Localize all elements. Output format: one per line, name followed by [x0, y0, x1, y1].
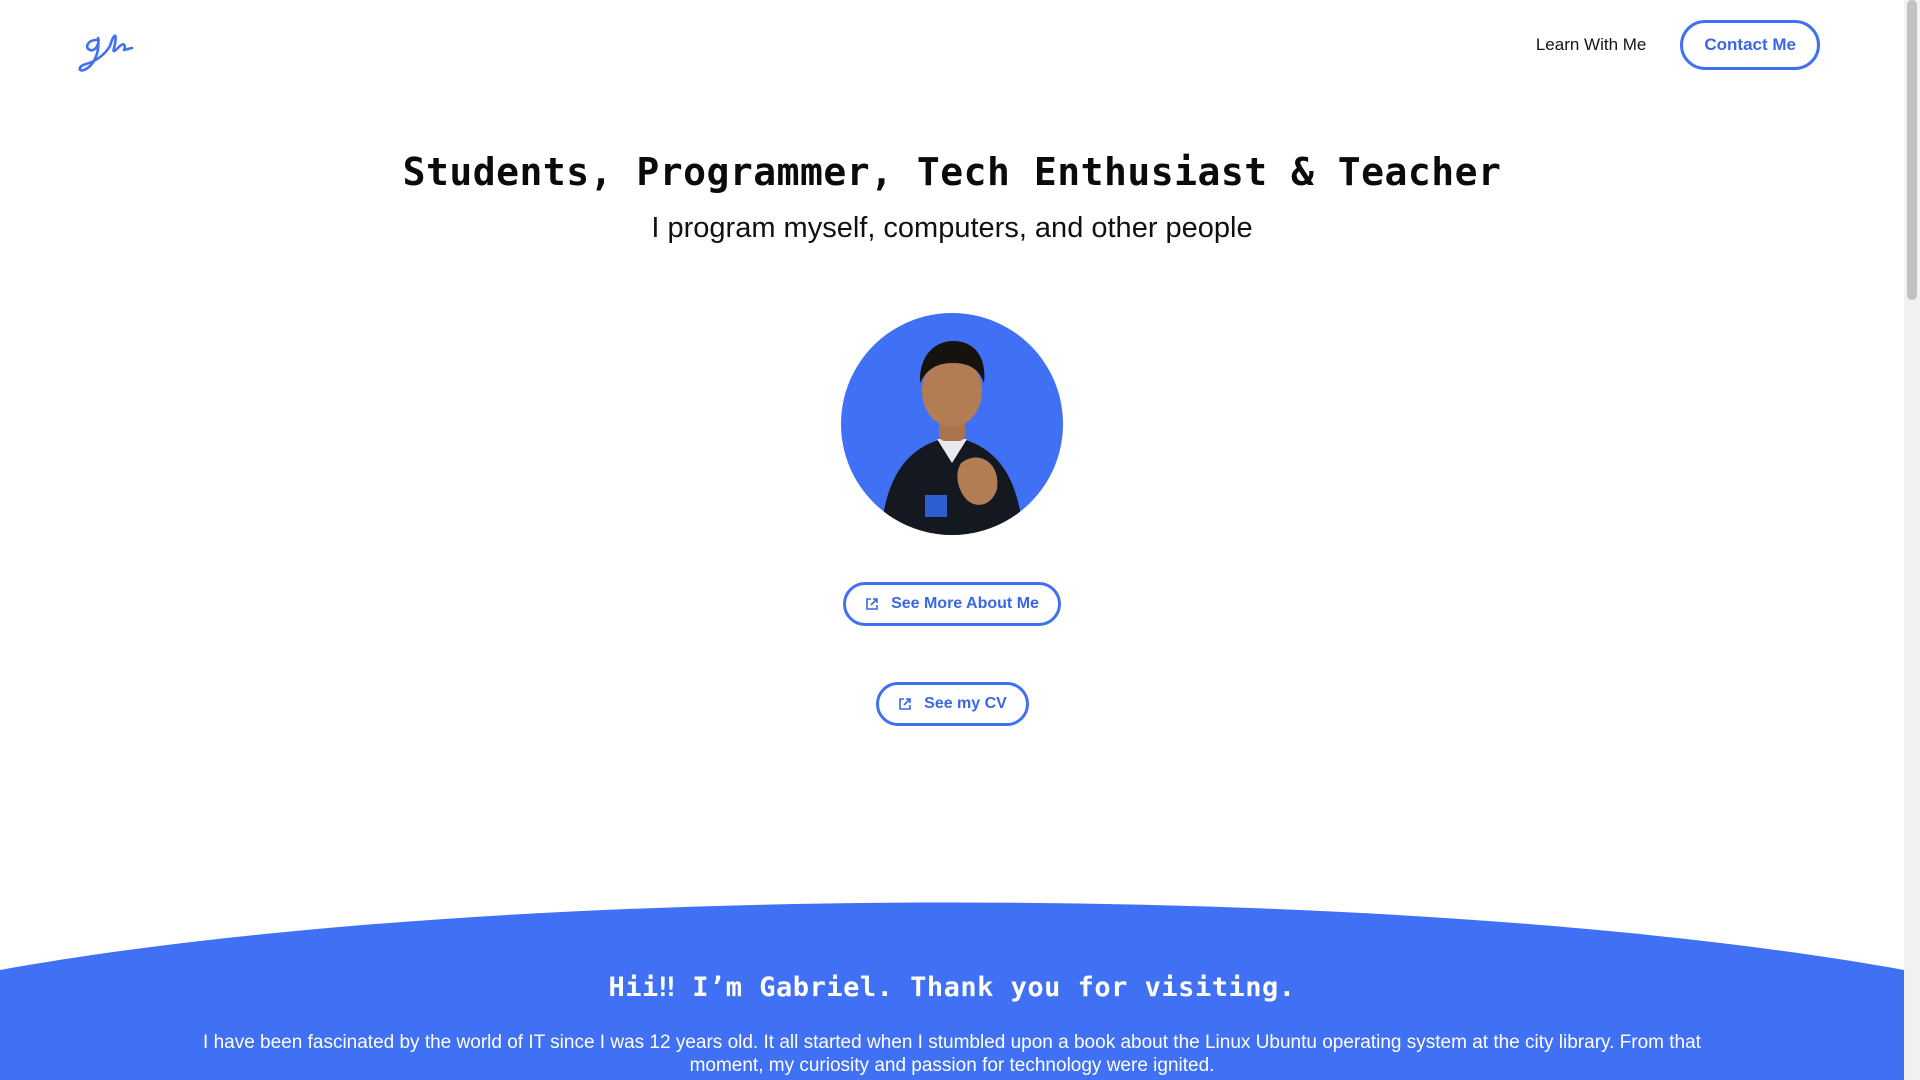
nav-learn-with-me[interactable]: Learn With Me: [1536, 35, 1647, 55]
portrait-image: [881, 341, 1023, 535]
top-nav: Learn With Me Contact Me: [1536, 20, 1820, 70]
intro-paragraph: I have been fascinated by the world of I…: [203, 1032, 1701, 1076]
intro-title: Hii‼ I’m Gabriel. Thank you for visiting…: [608, 972, 1296, 1003]
avatar-circle: [841, 313, 1063, 535]
see-more-about-me-button[interactable]: See More About Me: [843, 582, 1061, 626]
external-link-icon: [899, 698, 911, 710]
page: Learn With Me Contact Me Students, Progr…: [0, 0, 1904, 1080]
scrollbar-thumb[interactable]: [1907, 0, 1917, 300]
contact-me-button[interactable]: Contact Me: [1680, 20, 1820, 70]
page-scrollbar[interactable]: [1904, 0, 1920, 1080]
avatar: [841, 297, 1063, 537]
page-title: Students, Programmer, Tech Enthusiast & …: [402, 150, 1502, 194]
see-more-about-me-label: See More About Me: [891, 595, 1039, 612]
see-my-cv-button[interactable]: See my CV: [876, 682, 1029, 726]
intro-section: Hii‼ I’m Gabriel. Thank you for visiting…: [0, 972, 1904, 1077]
hero-section: Students, Programmer, Tech Enthusiast & …: [0, 150, 1904, 245]
see-my-cv-label: See my CV: [924, 695, 1007, 712]
signature-logo-icon[interactable]: [74, 22, 134, 72]
external-link-icon: [866, 598, 878, 610]
hero-subtitle: I program myself, computers, and other p…: [651, 212, 1253, 244]
